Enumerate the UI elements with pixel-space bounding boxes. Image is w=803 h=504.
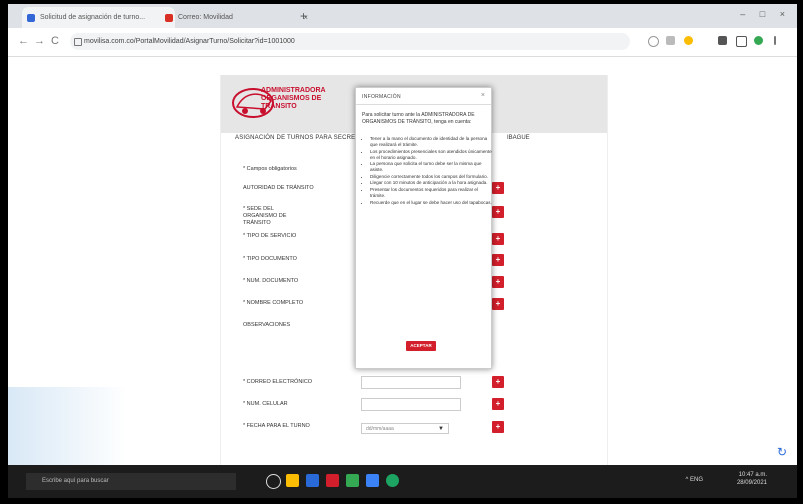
word-icon[interactable]: [366, 474, 379, 487]
field-label-doc-number: * NUM. DOCUMENTO: [243, 278, 299, 284]
add-email-button[interactable]: +: [492, 376, 504, 388]
required-note: * Campos obligatorios: [243, 166, 297, 172]
desktop-glow: [8, 387, 128, 467]
modal-list-item: Recuerde que en el lugar se debe hacer u…: [370, 200, 494, 206]
add-office-button[interactable]: +: [492, 206, 504, 218]
phone-field[interactable]: [361, 398, 461, 411]
modal-list-item: Presentar los documentos requeridos para…: [370, 187, 494, 199]
extension-icon[interactable]: [718, 36, 727, 45]
accept-button[interactable]: ACEPTAR: [406, 341, 436, 351]
modal-list: Tener a la mano el documento de identida…: [362, 136, 494, 206]
tab-label: Correo: Movilidad: [178, 14, 233, 21]
field-label-office: * SEDE DEL ORGANISMO DE TRÁNSITO: [243, 206, 287, 226]
form-title-city: IBAGUE: [507, 135, 530, 141]
window-controls[interactable]: – □ ×: [740, 4, 791, 24]
chevron-down-icon: ▼: [438, 426, 444, 432]
modal-title: INFORMACIÓN: [362, 94, 401, 100]
mail-icon[interactable]: [306, 474, 319, 487]
back-icon[interactable]: ←: [18, 32, 29, 50]
modal-list-item: Llegar con 10 minutos de anticipación a …: [370, 180, 494, 186]
tab-search-icon[interactable]: [736, 36, 747, 47]
modal-list-item: Los procedimientos presenciales son aten…: [370, 149, 494, 161]
taskbar-search-input[interactable]: Escribe aquí para buscar: [26, 473, 236, 490]
share-icon[interactable]: [666, 36, 675, 45]
modal-divider: [356, 104, 491, 105]
tab-label: Solicitud de asignación de turno...: [40, 14, 146, 21]
url-text: movilisa.com.co/PortalMovilidad/AsignarT…: [84, 38, 295, 45]
browser-tab-strip: Solicitud de asignación de turno... × Co…: [8, 4, 797, 28]
screen: Solicitud de asignación de turno... × Co…: [8, 4, 797, 498]
info-modal: INFORMACIÓN × Para solicitar turno ante …: [355, 87, 492, 369]
system-tray[interactable]: ^ ENG: [686, 477, 703, 483]
add-doc-number-button[interactable]: +: [492, 276, 504, 288]
modal-list-item: Tener a la mano el documento de identida…: [370, 136, 494, 148]
date-placeholder: dd/mm/aaaa: [366, 426, 394, 432]
field-label-doc-type: * TIPO DOCUMENTO: [243, 256, 297, 262]
modal-list-item: Diligencie correctamente todos los campo…: [370, 174, 494, 180]
lock-icon: [74, 38, 82, 46]
gmail-favicon-icon: [165, 14, 173, 22]
favicon-icon: [27, 14, 35, 22]
profile-avatar-icon[interactable]: [754, 36, 763, 45]
add-doc-type-button[interactable]: +: [492, 254, 504, 266]
field-label-full-name: * NOMBRE COMPLETO: [243, 300, 304, 306]
browser-tab[interactable]: Correo: Movilidad ×: [160, 7, 313, 28]
field-label-date: * FECHA PARA EL TURNO: [243, 423, 310, 429]
reload-icon[interactable]: C: [51, 32, 59, 50]
browser-toolbar: ← → C movilisa.com.co/PortalMovilidad/As…: [8, 28, 797, 57]
add-full-name-button[interactable]: +: [492, 298, 504, 310]
clock-date: 28/09/2021: [736, 480, 767, 486]
star-icon[interactable]: [684, 36, 693, 45]
menu-kebab-icon[interactable]: [774, 36, 776, 45]
excel-icon[interactable]: [346, 474, 359, 487]
cortana-icon[interactable]: [266, 474, 281, 489]
modal-list-item: La persona que solicita el turno debe se…: [370, 161, 494, 173]
field-label-email: * CORREO ELECTRÓNICO: [243, 379, 313, 385]
file-explorer-icon[interactable]: [286, 474, 299, 487]
logo-text: Administradora Organismos de Tránsito: [261, 87, 326, 110]
address-bar[interactable]: movilisa.com.co/PortalMovilidad/AsignarT…: [70, 33, 630, 50]
add-service-type-button[interactable]: +: [492, 233, 504, 245]
zoom-icon[interactable]: [648, 36, 659, 47]
field-label-observations: OBSERVACIONES: [243, 322, 291, 328]
clock-time: 10:47 a.m.: [738, 472, 767, 478]
refresh-widget-icon[interactable]: ↻: [777, 445, 791, 459]
date-select[interactable]: dd/mm/aaaa ▼: [361, 423, 449, 434]
add-date-button[interactable]: +: [492, 421, 504, 433]
new-tab-button[interactable]: +: [300, 7, 307, 25]
forward-icon[interactable]: →: [34, 32, 45, 50]
windows-taskbar: Escribe aquí para buscar ^ ENG 10:47 a.m…: [8, 465, 797, 498]
modal-intro: Para solicitar turno ante la ADMINISTRAD…: [362, 112, 475, 125]
clock[interactable]: 10:47 a.m. 28/09/2021: [737, 471, 767, 487]
field-label-authority: AUTORIDAD DE TRÁNSITO: [243, 185, 314, 191]
field-label-phone: * NUM. CELULAR: [243, 401, 288, 407]
pdf-icon[interactable]: [326, 474, 339, 487]
field-label-service-type: * TIPO DE SERVICIO: [243, 233, 297, 239]
close-icon[interactable]: ×: [481, 92, 485, 99]
email-field[interactable]: [361, 376, 461, 389]
browser-tab-active[interactable]: Solicitud de asignación de turno... ×: [22, 7, 175, 28]
add-phone-button[interactable]: +: [492, 398, 504, 410]
chrome-icon[interactable]: [386, 474, 399, 487]
